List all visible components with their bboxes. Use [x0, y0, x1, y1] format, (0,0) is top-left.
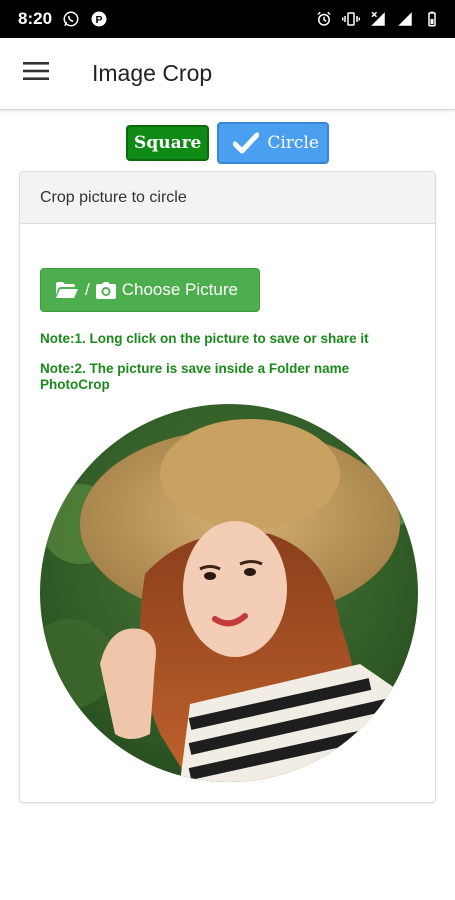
panel-heading: Crop picture to circle: [20, 172, 435, 224]
p-app-icon: P: [90, 10, 108, 28]
status-time: 8:20: [18, 9, 53, 28]
signal-icon: [369, 10, 387, 28]
note-long-click: Note:1. Long click on the picture to sav…: [40, 331, 369, 346]
status-bar: 8:20 P: [0, 0, 455, 38]
choose-picture-button[interactable]: / Choose Picture: [40, 268, 260, 312]
hamburger-menu-icon: [23, 61, 49, 86]
crop-panel: Crop picture to circle / Choose Picture …: [19, 171, 436, 803]
signal-icon-2: [396, 10, 414, 28]
square-mode-label: Square: [134, 133, 202, 153]
svg-text:P: P: [96, 14, 103, 26]
circle-mode-label: Circle: [267, 133, 319, 153]
note-save-folder: Note:2. The picture is save inside a Fol…: [40, 361, 350, 392]
circle-cropped-photo[interactable]: [40, 404, 418, 782]
camera-icon: [95, 281, 116, 299]
whatsapp-icon: [62, 10, 80, 28]
square-mode-button[interactable]: Square: [126, 125, 210, 161]
crop-mode-toggle: Square Circle: [0, 120, 455, 166]
status-left: 8:20 P: [18, 9, 108, 29]
status-right: [315, 10, 441, 28]
choose-picture-separator: /: [85, 280, 90, 299]
battery-icon: [423, 10, 441, 28]
app-bar: Image Crop: [0, 38, 455, 110]
folder-open-icon: [55, 281, 79, 299]
menu-button[interactable]: [0, 38, 72, 110]
app-title: Image Crop: [92, 60, 213, 86]
circle-mode-button[interactable]: Circle: [217, 122, 329, 164]
checkmark-icon: [233, 132, 260, 154]
choose-picture-label: Choose Picture: [121, 280, 238, 299]
vibrate-icon: [342, 10, 360, 28]
alarm-icon: [315, 10, 333, 28]
